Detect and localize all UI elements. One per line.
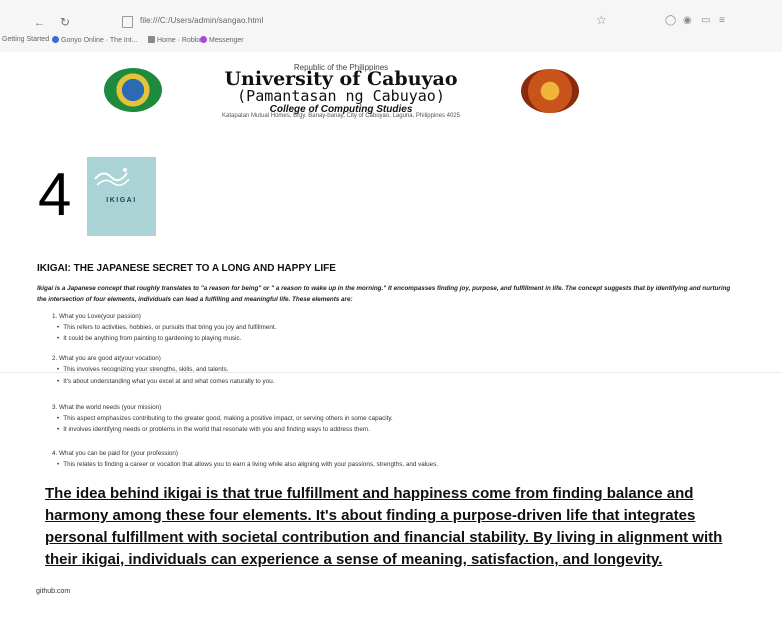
article-intro: Ikigai is a Japanese concept that roughl…	[37, 285, 731, 303]
university-subtitle: (Pamantasan ng Cabuyao)	[237, 87, 445, 105]
roblox-icon	[148, 36, 155, 43]
menu-icon[interactable]: ≡	[719, 15, 725, 26]
globe-icon	[52, 36, 59, 43]
element-point: It could be anything from painting to ga…	[57, 335, 241, 342]
bookmark-messenger[interactable]: Messenger	[200, 36, 244, 44]
back-arrow-icon[interactable]: ←	[34, 17, 45, 29]
bookmark-roblox[interactable]: Home · Roblox	[148, 36, 204, 44]
address-bar[interactable]: file:///C:/Users/admin/sangao.html	[140, 16, 263, 25]
element-title: 3. What the world needs (your mission)	[52, 404, 162, 411]
element-title: 4. What you can be paid for (your profes…	[52, 450, 179, 457]
article-title: IKIGAI: THE JAPANESE SECRET TO A LONG AN…	[37, 263, 336, 274]
account-icon[interactable]: ◉	[683, 15, 692, 26]
bookmark-gonyo[interactable]: Gonyo Online · The Int...	[52, 36, 138, 44]
browser-toolbar: ← ↻ file:///C:/Users/admin/sangao.html ☆…	[0, 0, 782, 52]
pocket-icon[interactable]: ◯	[665, 15, 676, 26]
element-point: It's about understanding what you excel …	[57, 378, 274, 385]
messenger-icon	[200, 36, 207, 43]
element-point: This aspect emphasizes contributing to t…	[57, 415, 393, 422]
footer-source: github.com	[36, 588, 71, 595]
book-title: IKIGAI	[106, 197, 137, 204]
element-title: 2. What you are good at(your vocation)	[52, 355, 161, 362]
closing-paragraph: The idea behind ikigai is that true fulf…	[45, 485, 723, 568]
wave-illustration-icon	[94, 168, 130, 186]
extensions-icon[interactable]: ▭	[701, 15, 710, 26]
element-point: It involves identifying needs or problem…	[57, 426, 370, 433]
divider-line	[0, 372, 782, 373]
university-address: Katapatan Mutual Homes, Brgy. Banay-bana…	[222, 113, 460, 119]
file-icon	[122, 16, 133, 28]
element-point: This refers to activities, hobbies, or p…	[57, 324, 276, 331]
element-point: This relates to finding a career or voca…	[57, 461, 438, 468]
entry-number: 4	[38, 161, 72, 228]
bookmark-star-icon[interactable]: ☆	[596, 13, 607, 27]
bookmark-getting-started[interactable]: Getting Started	[2, 36, 49, 43]
reload-icon[interactable]: ↻	[60, 15, 70, 29]
element-title: 1. What you Love(your passion)	[52, 313, 141, 320]
ikigai-book-cover: IKIGAI	[87, 157, 156, 236]
